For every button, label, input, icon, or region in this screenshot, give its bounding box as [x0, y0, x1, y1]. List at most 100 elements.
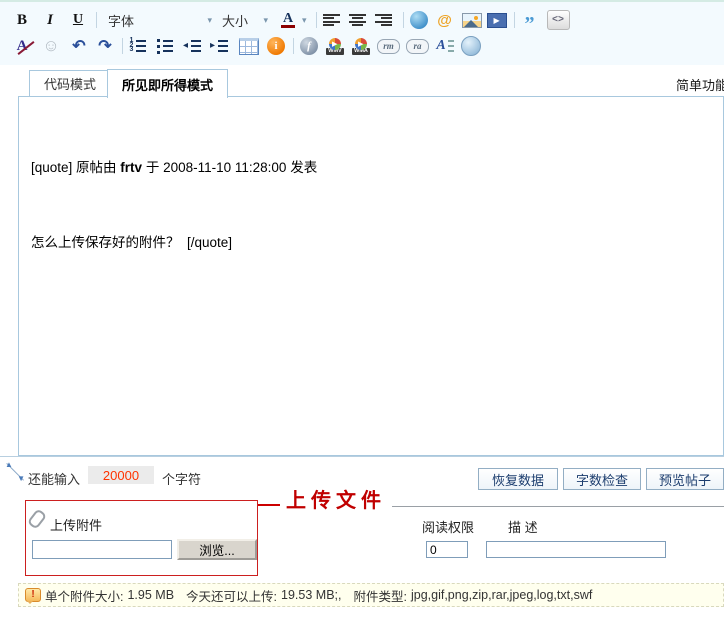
word-count-button[interactable]: 字数检查 — [563, 468, 641, 490]
font-family-dropdown[interactable]: 字体 ▾ — [108, 11, 212, 30]
align-right-button[interactable] — [374, 9, 394, 31]
separator — [96, 12, 97, 28]
insert-image-button[interactable] — [461, 9, 482, 31]
attach-size-value: 1.95 MB — [127, 588, 175, 602]
quote-author: frtv — [120, 160, 143, 175]
types-label: 附件类型: — [353, 589, 407, 604]
browse-button[interactable]: 浏览... — [177, 539, 257, 560]
at-sign-icon: @ — [437, 11, 452, 29]
quote-icon: ” — [524, 13, 535, 35]
flash-icon: f — [300, 37, 318, 55]
wmv-icon: ▶ — [329, 37, 341, 50]
align-center-icon — [349, 13, 367, 27]
outdent-icon: ◂ — [183, 40, 202, 52]
wma-icon: ▶ — [355, 37, 367, 50]
globe-link-icon — [409, 11, 428, 29]
restore-data-button[interactable]: 恢复数据 — [478, 468, 558, 490]
insert-email-button[interactable]: @ — [435, 9, 455, 31]
types-value: jpg,gif,png,zip,rar,jpeg,log,txt,swf — [410, 588, 593, 602]
italic-button[interactable]: I — [40, 9, 60, 31]
quote-line-1: [quote] 原帖由 frtv 于 2008-11-10 11:28:00 发… — [31, 160, 318, 175]
align-left-button[interactable] — [322, 9, 342, 31]
indent-icon: ▸ — [210, 40, 229, 52]
preview-post-button[interactable]: 预览帖子 — [646, 468, 724, 490]
align-right-icon — [375, 13, 393, 27]
insert-table-button[interactable] — [239, 35, 259, 57]
editor-resize-handle[interactable]: ▲ ▼ — [4, 461, 26, 483]
separator — [315, 12, 317, 28]
attachment-file-input[interactable] — [32, 540, 172, 559]
panel-divider — [0, 456, 724, 457]
read-permission-input[interactable] — [426, 541, 468, 558]
description-input[interactable] — [486, 541, 666, 558]
align-center-button[interactable] — [348, 9, 368, 31]
undo-button[interactable]: ↶ — [69, 35, 89, 57]
editor-content: [quote] 原帖由 frtv 于 2008-11-10 11:28:00 发… — [19, 97, 723, 313]
insert-video-button[interactable]: ▶ — [486, 9, 507, 31]
styled-text-icon: A — [436, 38, 454, 54]
realmedia-rm-icon: rm — [377, 38, 400, 54]
warning-bubble-icon: ! — [25, 588, 41, 604]
chevron-down-icon[interactable]: ▾ — [302, 15, 307, 26]
remaining-chars-counter: 20000 — [88, 466, 154, 484]
quote-datetime: 2008-11-10 11:28:00 — [163, 160, 287, 175]
tab-wysiwyg-mode[interactable]: 所见即所得模式 — [107, 69, 229, 98]
wysiwyg-editor-area[interactable]: [quote] 原帖由 frtv 于 2008-11-10 11:28:00 发… — [18, 96, 724, 456]
quote-line-2: 怎么上传保存好的附件？ [/quote] — [31, 235, 233, 250]
read-permission-label: 阅读权限 — [422, 520, 475, 535]
simple-functions-link[interactable]: 简单功能 — [676, 75, 724, 94]
info-button[interactable]: i — [266, 35, 286, 57]
editor-toolbar: B I U 字体 ▾ 大小 ▾ A ▾ @ ▶ ” <> A ☺ ↶ ↷ 1 2… — [0, 0, 724, 65]
outdent-button[interactable]: ◂ — [182, 35, 202, 57]
ordered-list-icon: 123 — [130, 37, 147, 53]
insert-flash-button[interactable]: f — [299, 35, 319, 57]
unordered-list-button[interactable] — [155, 35, 175, 57]
globe-icon — [461, 36, 481, 56]
font-color-icon: A — [280, 11, 296, 28]
remote-globe-button[interactable] — [461, 35, 481, 57]
insert-quote-button[interactable]: ” — [520, 9, 540, 35]
attachment-notice-bar: ! 单个附件大小: 1.95 MB 今天还可以上传: 19.53 MB;, 附件… — [18, 583, 724, 607]
upload-annotation-box — [25, 500, 258, 576]
toolbar-row-1: B I U 字体 ▾ 大小 ▾ A ▾ @ ▶ ” <> — [12, 8, 570, 35]
font-family-label: 字体 — [108, 13, 135, 29]
separator — [513, 12, 515, 28]
resize-up-icon: ▲ — [5, 460, 13, 469]
upload-attachment-label: 上传附件 — [50, 518, 103, 533]
remove-format-button[interactable]: A — [12, 35, 32, 57]
tab-code-mode[interactable]: 代码模式 — [29, 70, 112, 97]
info-icon: i — [267, 37, 285, 55]
insert-wma-button[interactable]: ▶ WMA — [351, 35, 371, 57]
attach-size-label: 单个附件大小: — [45, 589, 124, 604]
toolbar-row-2: A ☺ ↶ ↷ 123 ◂ ▸ i f ▶ WMV ▶ WMA rm ra A — [12, 34, 481, 58]
insert-link-button[interactable] — [409, 9, 429, 31]
indent-button[interactable]: ▸ — [209, 35, 229, 57]
font-color-button[interactable]: A — [278, 9, 298, 31]
quota-label: 今天还可以上传: — [186, 589, 278, 604]
counter-prefix-label: 还能输入 — [28, 472, 81, 487]
insert-ra-button[interactable]: ra — [406, 35, 429, 57]
remove-format-icon: A — [16, 37, 28, 54]
post-editor-page: B I U 字体 ▾ 大小 ▾ A ▾ @ ▶ ” <> A ☺ ↶ ↷ 1 2… — [0, 0, 724, 622]
section-divider-line — [392, 506, 724, 507]
ordered-list-button[interactable]: 123 — [128, 35, 148, 57]
separator — [122, 38, 123, 54]
bold-button[interactable]: B — [12, 9, 32, 31]
insert-code-button[interactable]: <> — [546, 10, 570, 30]
smiley-button[interactable]: ☺ — [41, 35, 61, 57]
unordered-list-icon — [157, 38, 173, 54]
counter-suffix-label: 个字符 — [162, 472, 202, 487]
insert-rm-button[interactable]: rm — [377, 35, 400, 57]
underline-button[interactable]: U — [68, 9, 88, 31]
film-icon: ▶ — [486, 12, 507, 28]
font-size-dropdown[interactable]: 大小 ▾ — [222, 11, 268, 30]
insert-wmv-button[interactable]: ▶ WMV — [325, 35, 345, 57]
annotation-leader-line — [258, 504, 280, 506]
text-style-button[interactable]: A — [435, 35, 455, 57]
resize-down-icon: ▼ — [17, 474, 25, 483]
redo-button[interactable]: ↷ — [95, 35, 115, 57]
realaudio-ra-icon: ra — [406, 38, 429, 54]
separator — [402, 12, 404, 28]
upload-annotation-text: 上传文件 — [282, 484, 390, 513]
align-left-icon — [323, 13, 341, 27]
